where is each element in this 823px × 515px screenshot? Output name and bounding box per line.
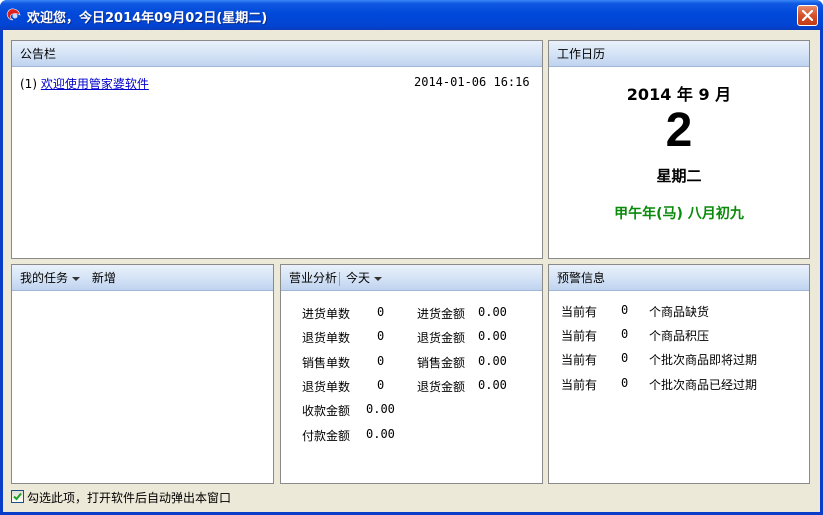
warning-text: 个商品积压 — [649, 329, 710, 343]
add-task-button[interactable]: 新增 — [92, 265, 116, 291]
warning-count: 0 — [621, 327, 629, 341]
calendar-panel: 工作日历 2014 年 9 月 2 星期二 甲午年(马) 八月初九 — [548, 40, 810, 259]
warning-count: 0 — [621, 376, 629, 390]
stat-value: 0 — [377, 378, 385, 392]
window-title: 欢迎您，今日2014年09月02日(星期二) — [27, 11, 268, 26]
close-button[interactable] — [797, 5, 818, 26]
warning-count: 0 — [621, 351, 629, 365]
warning-prefix: 当前有 — [561, 329, 598, 343]
business-analysis-label: 营业分析 — [289, 271, 338, 285]
stat-value: 0 — [377, 354, 385, 368]
warning-text: 个商品缺货 — [649, 305, 710, 319]
calendar-lunar-date: 甲午年(马) 八月初九 — [614, 206, 744, 222]
bulletin-item-link[interactable]: 欢迎使用管家婆软件 — [41, 77, 149, 91]
checkmark-icon — [13, 492, 22, 501]
warning-text: 个批次商品即将过期 — [649, 353, 758, 367]
chevron-down-icon — [72, 276, 81, 281]
bulletin-item: (1) 欢迎使用管家婆软件 — [20, 75, 149, 92]
client-area: 公告栏 (1) 欢迎使用管家婆软件 2014-01-06 16:16 工作日历 … — [3, 30, 820, 512]
calendar-day: 2 — [665, 104, 693, 157]
period-label: 今天 — [346, 271, 371, 285]
stat-label: 退货金额 — [417, 331, 466, 345]
stat-value: 0.00 — [478, 329, 507, 343]
warning-prefix: 当前有 — [561, 378, 598, 392]
my-tasks-label: 我的任务 — [20, 271, 69, 285]
bulletin-item-index: (1) — [20, 77, 37, 91]
welcome-window: 欢迎您，今日2014年09月02日(星期二) 公告栏 (1) 欢迎使用管家婆软件… — [0, 0, 823, 515]
warning-prefix: 当前有 — [561, 353, 598, 367]
period-dropdown[interactable]: 今天 — [346, 265, 383, 291]
warning-prefix: 当前有 — [561, 305, 598, 319]
stat-value: 0.00 — [366, 427, 395, 441]
warning-count: 0 — [621, 303, 629, 317]
calendar-weekday: 星期二 — [656, 167, 702, 185]
stat-label: 销售金额 — [417, 356, 466, 370]
header-separator — [339, 271, 341, 286]
auto-popup-checkbox[interactable] — [11, 490, 24, 503]
tasks-header: 我的任务 新增 — [12, 265, 273, 291]
bulletin-panel: 公告栏 (1) 欢迎使用管家婆软件 2014-01-06 16:16 — [11, 40, 543, 259]
stat-label: 进货单数 — [302, 307, 351, 321]
warning-header: 预警信息 — [549, 265, 809, 291]
stat-label: 退货单数 — [302, 380, 351, 394]
stat-label: 退货金额 — [417, 380, 466, 394]
title-bar[interactable]: 欢迎您，今日2014年09月02日(星期二) — [0, 0, 823, 30]
stat-label: 收款金额 — [302, 404, 351, 418]
warning-text: 个批次商品已经过期 — [649, 378, 758, 392]
stat-value: 0.00 — [478, 305, 507, 319]
bulletin-item-date: 2014-01-06 16:16 — [414, 75, 530, 89]
tasks-panel: 我的任务 新增 — [11, 264, 274, 484]
auto-popup-label: 勾选此项，打开软件后自动弹出本窗口 — [27, 491, 232, 505]
business-panel: 营业分析 今天 进货单数 0 进货金额 0.00 退货单数 0 退货金额 0.00… — [280, 264, 543, 484]
stat-value: 0 — [377, 329, 385, 343]
calendar-header: 工作日历 — [549, 41, 809, 67]
stat-label: 进货金额 — [417, 307, 466, 321]
stat-value: 0.00 — [478, 354, 507, 368]
business-header: 营业分析 今天 — [281, 265, 542, 291]
stat-label: 付款金额 — [302, 429, 351, 443]
stat-label: 退货单数 — [302, 331, 351, 345]
stat-value: 0.00 — [366, 402, 395, 416]
stat-label: 销售单数 — [302, 356, 351, 370]
calendar-year-month: 2014 年 9 月 — [626, 85, 732, 104]
app-icon — [6, 8, 21, 21]
chevron-down-icon — [374, 276, 383, 281]
my-tasks-dropdown[interactable]: 我的任务 — [20, 265, 81, 291]
close-icon — [802, 10, 813, 21]
stat-value: 0.00 — [478, 378, 507, 392]
bulletin-header: 公告栏 — [12, 41, 542, 67]
stat-value: 0 — [377, 305, 385, 319]
warning-panel: 预警信息 当前有 0 个商品缺货 当前有 0 个商品积压 当前有 0 个批次商品… — [548, 264, 810, 484]
